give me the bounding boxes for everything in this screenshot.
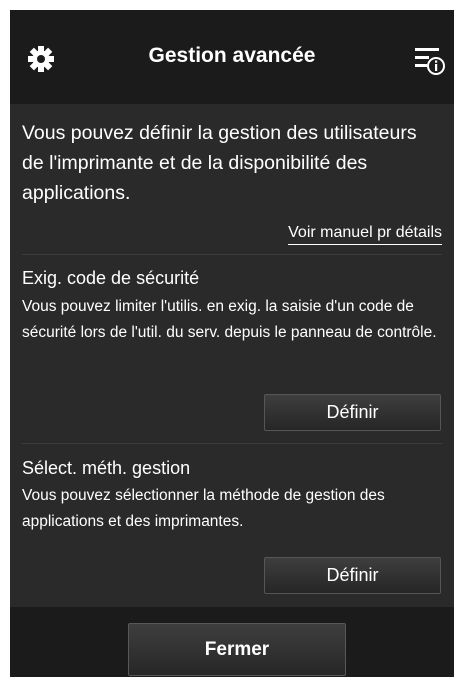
close-button[interactable]: Fermer xyxy=(128,623,346,676)
intro-text: Vous pouvez définir la gestion des utili… xyxy=(22,122,417,204)
security-code-set-button[interactable]: Définir xyxy=(264,394,441,431)
header-bar: Gestion avancée xyxy=(10,10,454,104)
content-panel: Vous pouvez définir la gestion des utili… xyxy=(10,104,454,607)
divider xyxy=(22,254,442,255)
security-code-description: Vous pouvez limiter l'utilis. en exig. l… xyxy=(22,298,437,341)
management-method-description: Vous pouvez sélectionner la méthode de g… xyxy=(22,487,385,530)
info-menu-icon-graphic xyxy=(415,48,445,75)
intro-section: Vous pouvez définir la gestion des utili… xyxy=(22,118,442,245)
management-method-set-button[interactable]: Définir xyxy=(264,557,441,594)
security-code-title: Exig. code de sécurité xyxy=(22,268,200,288)
manual-details-link[interactable]: Voir manuel pr détails xyxy=(288,222,442,245)
divider xyxy=(22,443,442,444)
info-menu-icon[interactable] xyxy=(412,43,446,77)
footer-bar: Fermer xyxy=(10,607,454,677)
page-title: Gestion avancée xyxy=(148,44,316,67)
app-screen: Gestion avancée Vous pouvez définir la g… xyxy=(10,10,454,677)
management-method-title: Sélect. méth. gestion xyxy=(22,458,191,478)
